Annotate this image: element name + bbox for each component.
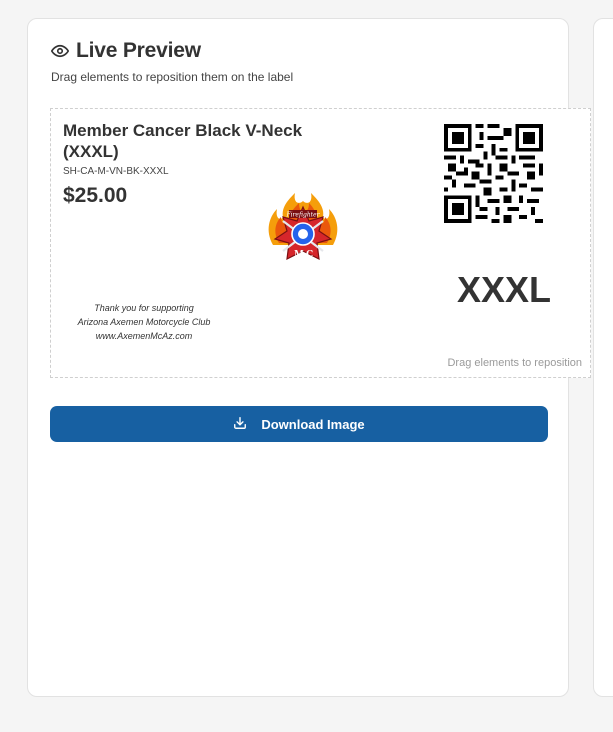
eye-icon [51, 42, 69, 60]
panel-header: Live Preview [51, 39, 201, 63]
club-logo[interactable]: Firefighter M C [261, 187, 345, 274]
svg-text:Firefighter: Firefighter [285, 212, 320, 219]
product-price[interactable]: $25.00 [63, 184, 127, 208]
thanks-line-3: www.AxemenMcAz.com [95, 331, 193, 341]
panel-title: Live Preview [76, 39, 201, 62]
download-image-button[interactable]: Download Image [50, 406, 548, 442]
adjacent-panel-edge [593, 18, 613, 697]
panel-subtitle: Drag elements to reposition them on the … [51, 70, 294, 84]
thanks-line-1: Thank you for supporting [94, 303, 194, 313]
download-button-label: Download Image [261, 416, 365, 432]
download-icon [233, 416, 261, 433]
thanks-line-2: Arizona Axemen Motorcycle Club [77, 317, 211, 327]
thank-you-message[interactable]: Thank you for supporting Arizona Axemen … [63, 301, 225, 343]
product-sku[interactable]: SH-CA-M-VN-BK-XXXL [63, 166, 169, 177]
drag-hint: Drag elements to reposition [447, 357, 582, 369]
product-name[interactable]: Member Cancer Black V-Neck (XXXL) [63, 120, 353, 162]
label-preview-canvas[interactable]: Member Cancer Black V-Neck (XXXL) SH-CA-… [50, 108, 591, 378]
size-label[interactable]: XXXL [429, 269, 579, 311]
svg-text:M: M [294, 250, 304, 260]
svg-text:C: C [306, 250, 313, 260]
qr-code[interactable] [444, 124, 543, 228]
live-preview-card: Live Preview Drag elements to reposition… [27, 18, 591, 697]
